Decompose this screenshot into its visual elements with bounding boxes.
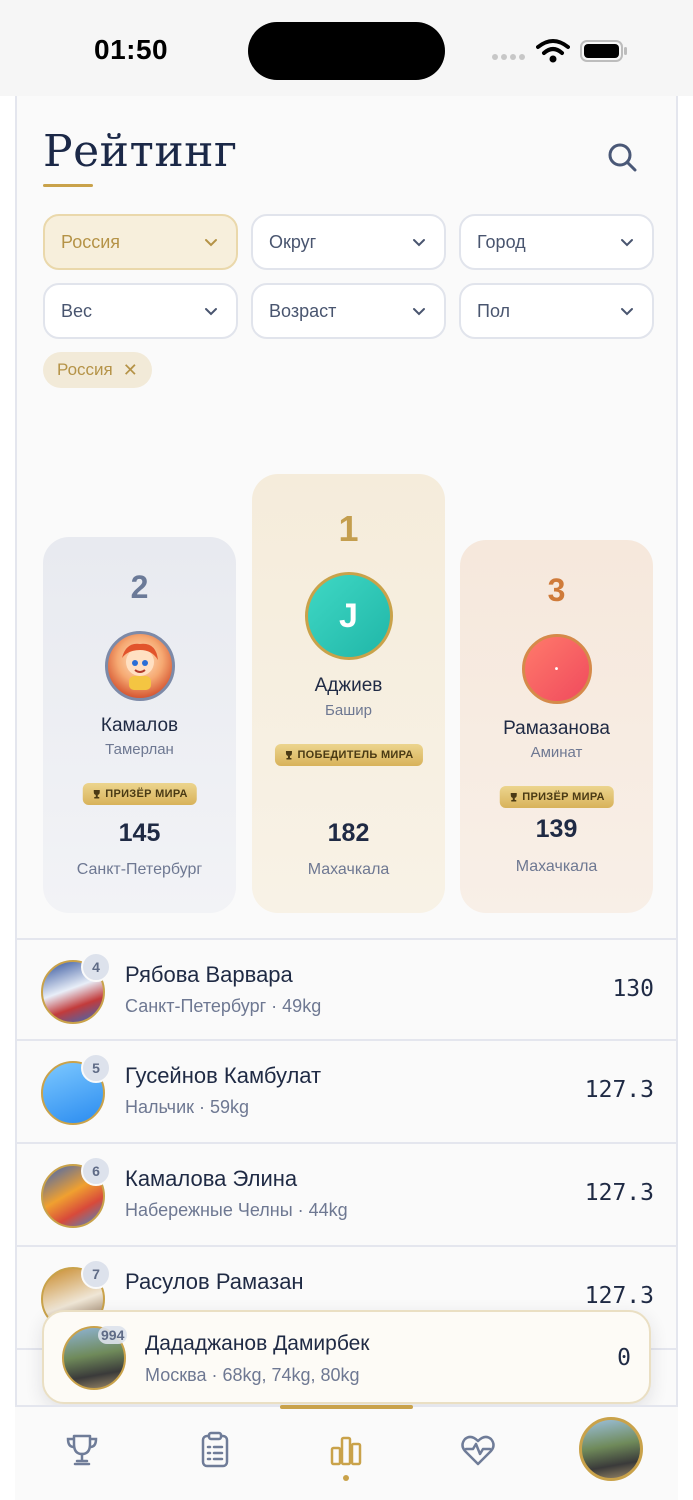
chevron-down-icon bbox=[413, 308, 425, 316]
rating-page: Рейтинг Россия Округ Город Вес Возраст П… bbox=[15, 96, 678, 1500]
avatar: J bbox=[304, 572, 393, 660]
podium-second[interactable]: 2 Камалов Тамерлан ПРИЗЁР МИРА 145 Санкт… bbox=[43, 537, 236, 913]
badge-label: ПРИЗЁР МИРА bbox=[105, 788, 188, 800]
tab-indicator bbox=[280, 1405, 413, 1409]
filter-country-label: Россия bbox=[61, 231, 121, 252]
athlete-score: 127.3 bbox=[584, 1283, 654, 1309]
podium-first-name: Тамерлан bbox=[105, 741, 174, 758]
podium-last-name: Рамазанова bbox=[503, 718, 610, 739]
rank-badge: 6 bbox=[81, 1156, 111, 1186]
filter-age-label: Возраст bbox=[269, 300, 337, 321]
athlete-name: Гусейнов Камбулат bbox=[125, 1063, 322, 1088]
podium-rank: 3 bbox=[547, 572, 566, 608]
trophy-icon bbox=[66, 1434, 98, 1466]
active-filter-chip[interactable]: Россия ✕ bbox=[43, 352, 152, 388]
tab-tournaments[interactable] bbox=[57, 1425, 107, 1475]
status-bar: 01:50 bbox=[0, 0, 693, 96]
tab-profile-avatar[interactable] bbox=[579, 1417, 643, 1481]
list-item[interactable]: 4 Рябова Варвара Санкт-Петербург · 49kg … bbox=[17, 938, 676, 1041]
title-underline bbox=[43, 184, 93, 187]
heart-pulse-icon bbox=[461, 1435, 495, 1466]
wifi-icon bbox=[536, 39, 570, 63]
filter-weight[interactable]: Вес bbox=[43, 283, 238, 339]
clipboard-icon bbox=[201, 1431, 229, 1468]
athlete-score: 0 bbox=[617, 1345, 631, 1371]
achievement-badge: ПРИЗЁР МИРА bbox=[82, 783, 197, 805]
filter-district-label: Округ bbox=[269, 231, 317, 252]
rank-badge: 5 bbox=[81, 1053, 111, 1083]
podium-score: 139 bbox=[535, 815, 578, 843]
rating-icon bbox=[330, 1436, 362, 1466]
active-tab-dot bbox=[343, 1475, 349, 1481]
athlete-name: Расулов Рамазан bbox=[125, 1269, 304, 1294]
dynamic-island bbox=[248, 22, 445, 80]
badge-label: ПОБЕДИТЕЛЬ МИРА bbox=[297, 749, 414, 761]
athlete-score: 127.3 bbox=[584, 1180, 654, 1206]
list-item[interactable]: 5 Гусейнов Камбулат Нальчик · 59kg 127.3 bbox=[17, 1041, 676, 1144]
podium-score: 182 bbox=[327, 819, 370, 847]
podium-first-name: Башир bbox=[325, 702, 372, 719]
status-time: 01:50 bbox=[94, 34, 169, 65]
achievement-badge: ПОБЕДИТЕЛЬ МИРА bbox=[274, 744, 423, 766]
athlete-details: Санкт-Петербург · 49kg bbox=[125, 996, 322, 1016]
tab-tasks[interactable] bbox=[190, 1425, 240, 1475]
tab-rating[interactable] bbox=[321, 1425, 371, 1475]
podium-first[interactable]: 1 J Аджиев Башир ПОБЕДИТЕЛЬ МИРА 182 Мах… bbox=[252, 474, 445, 913]
chevron-down-icon bbox=[205, 239, 217, 247]
avatar: • bbox=[521, 634, 592, 704]
filter-age[interactable]: Возраст bbox=[251, 283, 446, 339]
trophy-icon bbox=[285, 751, 292, 760]
avatar bbox=[104, 631, 175, 701]
filter-gender-label: Пол bbox=[477, 300, 511, 321]
list-item[interactable]: 6 Камалова Элина Набережные Челны · 44kg… bbox=[17, 1144, 676, 1247]
podium-city: Махачкала bbox=[515, 858, 598, 875]
athlete-details: Нальчик · 59kg bbox=[125, 1097, 250, 1117]
podium-score: 145 bbox=[118, 819, 161, 847]
podium-first-name: Аминат bbox=[530, 744, 583, 761]
athlete-details: Москва · 68kg, 74kg, 80kg bbox=[145, 1365, 360, 1385]
athlete-name: Камалова Элина bbox=[125, 1166, 298, 1191]
chevron-down-icon bbox=[621, 239, 633, 247]
tab-health[interactable] bbox=[453, 1425, 503, 1475]
my-rating-card[interactable]: 994 Дададжанов Дамирбек Москва · 68kg, 7… bbox=[42, 1310, 651, 1404]
chevron-down-icon bbox=[621, 308, 633, 316]
tab-bar bbox=[15, 1405, 678, 1500]
filter-district[interactable]: Округ bbox=[251, 214, 446, 270]
active-filter-chip-label: Россия bbox=[57, 360, 113, 379]
rank-badge: 7 bbox=[81, 1259, 111, 1289]
filter-city[interactable]: Город bbox=[459, 214, 654, 270]
cartoon-avatar-icon bbox=[121, 643, 158, 690]
filter-gender[interactable]: Пол bbox=[459, 283, 654, 339]
trophy-icon bbox=[93, 790, 100, 799]
page-title: Рейтинг bbox=[43, 126, 238, 177]
athlete-name: Дададжанов Дамирбек bbox=[145, 1332, 370, 1355]
athlete-name: Рябова Варвара bbox=[125, 962, 293, 987]
podium-rank: 1 bbox=[338, 508, 359, 549]
achievement-badge: ПРИЗЁР МИРА bbox=[499, 786, 614, 808]
close-icon[interactable]: ✕ bbox=[123, 360, 138, 381]
filter-city-label: Город bbox=[477, 231, 526, 252]
chevron-down-icon bbox=[205, 308, 217, 316]
podium-rank: 2 bbox=[130, 569, 149, 605]
badge-label: ПРИЗЁР МИРА bbox=[522, 791, 605, 803]
search-icon[interactable] bbox=[605, 140, 639, 174]
trophy-icon bbox=[510, 793, 517, 802]
podium-third[interactable]: 3 • Рамазанова Аминат ПРИЗЁР МИРА 139 Ма… bbox=[460, 540, 653, 913]
signal-icon bbox=[492, 54, 525, 60]
podium-city: Санкт-Петербург bbox=[76, 861, 203, 878]
filter-weight-label: Вес bbox=[61, 300, 93, 321]
podium-last-name: Камалов bbox=[100, 715, 179, 736]
podium-last-name: Аджиев bbox=[314, 675, 383, 696]
athlete-score: 127.3 bbox=[584, 1077, 654, 1103]
battery-icon bbox=[580, 40, 627, 62]
rank-badge: 4 bbox=[81, 952, 111, 982]
athlete-score: 130 bbox=[612, 976, 654, 1002]
rank-badge: 994 bbox=[98, 1326, 128, 1344]
chevron-down-icon bbox=[413, 239, 425, 247]
athlete-details: Набережные Челны · 44kg bbox=[125, 1200, 348, 1220]
podium-city: Махачкала bbox=[307, 861, 390, 878]
filter-country[interactable]: Россия bbox=[43, 214, 238, 270]
